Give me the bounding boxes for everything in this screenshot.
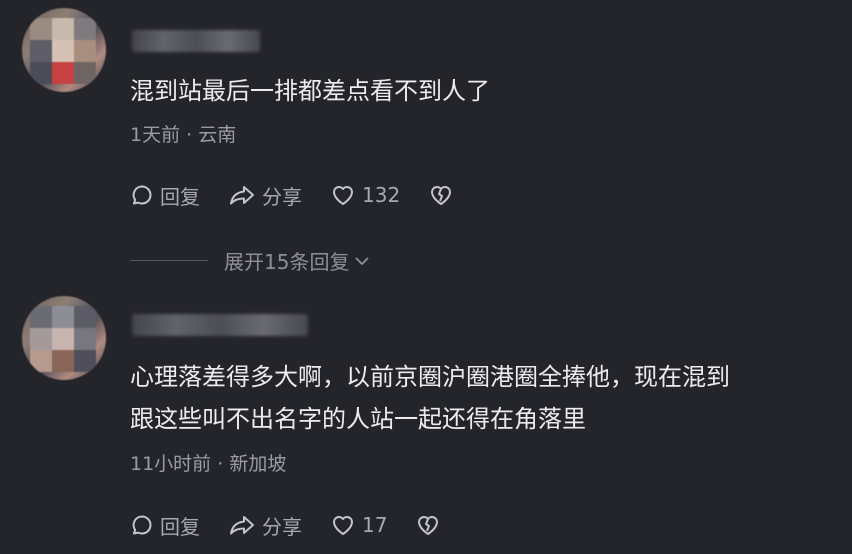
comment-text: 混到站最后一排都差点看不到人了 [130,77,490,105]
comment-actions: 回复 分享 132 [130,180,482,210]
like-count: 132 [362,183,401,207]
username-blurred[interactable] [132,314,308,336]
share-arrow-icon [230,516,254,535]
comment-bubble-icon [132,185,152,205]
username-blurred[interactable] [132,30,260,52]
reply-button[interactable]: 回复 [130,181,200,210]
heart-outline-icon [333,516,353,535]
avatar[interactable] [22,296,106,380]
comment-meta: 1天前 · 云南 [130,120,236,147]
comment-actions: 回复 分享 17 [130,510,469,540]
like-button[interactable]: 132 [330,183,400,207]
reply-label: 回复 [160,514,200,539]
divider-line [130,260,208,261]
heart-outline-icon [333,186,353,205]
dislike-button[interactable] [428,183,454,207]
share-button[interactable]: 分享 [228,511,302,540]
reply-label: 回复 [160,184,200,209]
reply-button[interactable]: 回复 [130,511,200,540]
meta-separator: · [217,453,230,475]
like-button[interactable]: 17 [330,513,387,537]
chevron-down-icon [355,256,370,265]
broken-heart-icon [418,516,439,535]
meta-separator: · [186,124,199,146]
expand-replies-label: 展开15条回复 [224,250,350,274]
share-button[interactable]: 分享 [228,181,302,210]
expand-replies-button[interactable]: 展开15条回复 [130,246,372,275]
share-label: 分享 [262,184,302,209]
dislike-button[interactable] [415,513,441,537]
comment-time: 11小时前 [130,453,212,475]
avatar[interactable] [22,8,106,92]
comment-text: 跟这些叫不出名字的人站一起还得在角落里 [130,405,586,433]
comment-text: 心理落差得多大啊，以前京圈沪圈港圈全捧他，现在混到 [130,363,730,391]
broken-heart-icon [431,186,452,205]
share-label: 分享 [262,514,302,539]
share-arrow-icon [230,186,254,205]
like-count: 17 [362,513,388,537]
comment-time: 1天前 [130,124,181,146]
comment-location: 新加坡 [229,453,287,475]
comment-location: 云南 [198,124,237,146]
comment-meta: 11小时前 · 新加坡 [130,449,286,476]
comment-bubble-icon [132,515,152,535]
